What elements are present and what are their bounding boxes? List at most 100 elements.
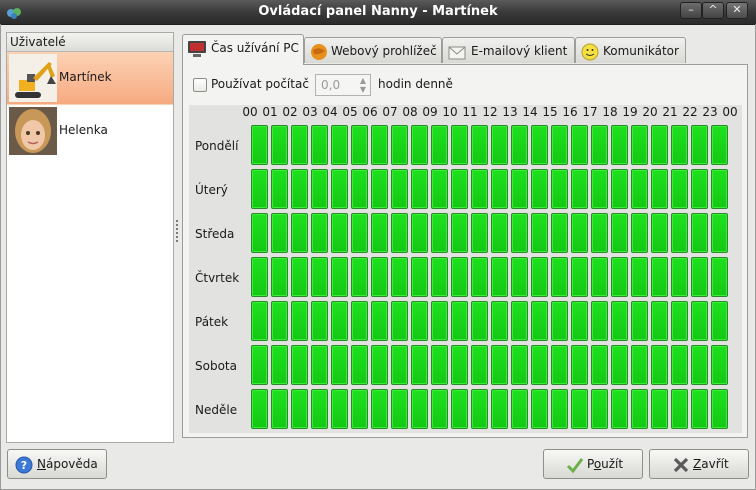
hour-slot[interactable] bbox=[371, 125, 388, 165]
hour-slot[interactable] bbox=[711, 169, 728, 209]
hour-slot[interactable] bbox=[411, 389, 428, 429]
hour-slot[interactable] bbox=[711, 125, 728, 165]
hour-slot[interactable] bbox=[551, 301, 568, 341]
hour-slot[interactable] bbox=[311, 301, 328, 341]
hour-slot[interactable] bbox=[331, 125, 348, 165]
hour-slot[interactable] bbox=[711, 389, 728, 429]
hour-slot[interactable] bbox=[351, 125, 368, 165]
hour-slot[interactable] bbox=[691, 257, 708, 297]
hour-slot[interactable] bbox=[291, 301, 308, 341]
hour-slot[interactable] bbox=[611, 389, 628, 429]
hour-slot[interactable] bbox=[611, 345, 628, 385]
hour-slot[interactable] bbox=[431, 169, 448, 209]
spin-down-icon[interactable]: ▼ bbox=[358, 85, 368, 94]
hour-slot[interactable] bbox=[371, 213, 388, 253]
hour-slot[interactable] bbox=[251, 301, 268, 341]
hour-slot[interactable] bbox=[531, 257, 548, 297]
hour-slot[interactable] bbox=[271, 125, 288, 165]
hour-slot[interactable] bbox=[331, 301, 348, 341]
hour-slot[interactable] bbox=[551, 389, 568, 429]
hour-slot[interactable] bbox=[591, 389, 608, 429]
hour-slot[interactable] bbox=[411, 301, 428, 341]
hour-slot[interactable] bbox=[311, 169, 328, 209]
user-item-martinek[interactable]: Martínek bbox=[7, 52, 173, 105]
hour-slot[interactable] bbox=[271, 257, 288, 297]
hour-slot[interactable] bbox=[651, 389, 668, 429]
user-list-header[interactable]: Uživatelé bbox=[7, 33, 173, 52]
hour-slot[interactable] bbox=[551, 257, 568, 297]
hour-slot[interactable] bbox=[691, 345, 708, 385]
hour-slot[interactable] bbox=[251, 389, 268, 429]
hour-slot[interactable] bbox=[351, 345, 368, 385]
hour-slot[interactable] bbox=[631, 345, 648, 385]
hour-slot[interactable] bbox=[491, 257, 508, 297]
hour-slot[interactable] bbox=[571, 257, 588, 297]
hour-slot[interactable] bbox=[611, 257, 628, 297]
hour-slot[interactable] bbox=[671, 301, 688, 341]
hour-slot[interactable] bbox=[391, 257, 408, 297]
hour-slot[interactable] bbox=[631, 213, 648, 253]
hour-slot[interactable] bbox=[711, 345, 728, 385]
hour-slot[interactable] bbox=[451, 213, 468, 253]
hour-slot[interactable] bbox=[311, 125, 328, 165]
hour-slot[interactable] bbox=[431, 125, 448, 165]
hour-slot[interactable] bbox=[651, 257, 668, 297]
hour-slot[interactable] bbox=[611, 169, 628, 209]
hour-slot[interactable] bbox=[351, 213, 368, 253]
hour-slot[interactable] bbox=[711, 213, 728, 253]
hour-slot[interactable] bbox=[331, 257, 348, 297]
hour-slot[interactable] bbox=[371, 389, 388, 429]
hour-slot[interactable] bbox=[571, 301, 588, 341]
hour-slot[interactable] bbox=[391, 389, 408, 429]
hour-slot[interactable] bbox=[351, 301, 368, 341]
hour-slot[interactable] bbox=[271, 213, 288, 253]
hour-slot[interactable] bbox=[291, 257, 308, 297]
hour-slot[interactable] bbox=[651, 125, 668, 165]
tab-pc-time[interactable]: Čas užívání PC bbox=[182, 34, 304, 65]
hour-slot[interactable] bbox=[591, 345, 608, 385]
hour-slot[interactable] bbox=[691, 169, 708, 209]
hour-slot[interactable] bbox=[711, 301, 728, 341]
hour-slot[interactable] bbox=[471, 257, 488, 297]
hour-slot[interactable] bbox=[671, 169, 688, 209]
hour-slot[interactable] bbox=[291, 389, 308, 429]
hour-slot[interactable] bbox=[711, 257, 728, 297]
hour-slot[interactable] bbox=[511, 389, 528, 429]
hour-slot[interactable] bbox=[511, 301, 528, 341]
hour-slot[interactable] bbox=[531, 301, 548, 341]
hour-slot[interactable] bbox=[571, 213, 588, 253]
hour-slot[interactable] bbox=[671, 345, 688, 385]
hour-slot[interactable] bbox=[691, 213, 708, 253]
hour-slot[interactable] bbox=[591, 257, 608, 297]
hour-slot[interactable] bbox=[591, 169, 608, 209]
hour-slot[interactable] bbox=[531, 213, 548, 253]
maximize-button[interactable]: ^ bbox=[702, 2, 724, 19]
hour-slot[interactable] bbox=[271, 345, 288, 385]
user-item-helenka[interactable]: Helenka bbox=[7, 105, 173, 158]
hour-slot[interactable] bbox=[351, 169, 368, 209]
hour-slot[interactable] bbox=[351, 389, 368, 429]
hour-slot[interactable] bbox=[651, 345, 668, 385]
hour-slot[interactable] bbox=[631, 125, 648, 165]
apply-button[interactable]: Použít bbox=[543, 449, 643, 479]
hour-slot[interactable] bbox=[651, 301, 668, 341]
hour-slot[interactable] bbox=[291, 169, 308, 209]
hour-slot[interactable] bbox=[251, 257, 268, 297]
hour-slot[interactable] bbox=[431, 345, 448, 385]
hour-slot[interactable] bbox=[511, 169, 528, 209]
hour-slot[interactable] bbox=[491, 169, 508, 209]
hour-slot[interactable] bbox=[331, 169, 348, 209]
hour-slot[interactable] bbox=[251, 213, 268, 253]
hour-slot[interactable] bbox=[371, 301, 388, 341]
hour-slot[interactable] bbox=[451, 345, 468, 385]
hour-slot[interactable] bbox=[391, 301, 408, 341]
hour-slot[interactable] bbox=[671, 125, 688, 165]
help-button[interactable]: ? Nápověda bbox=[7, 449, 107, 479]
hour-slot[interactable] bbox=[251, 345, 268, 385]
hour-slot[interactable] bbox=[551, 213, 568, 253]
hour-slot[interactable] bbox=[531, 345, 548, 385]
hour-slot[interactable] bbox=[551, 345, 568, 385]
hour-slot[interactable] bbox=[551, 169, 568, 209]
hour-slot[interactable] bbox=[391, 213, 408, 253]
hour-slot[interactable] bbox=[471, 345, 488, 385]
